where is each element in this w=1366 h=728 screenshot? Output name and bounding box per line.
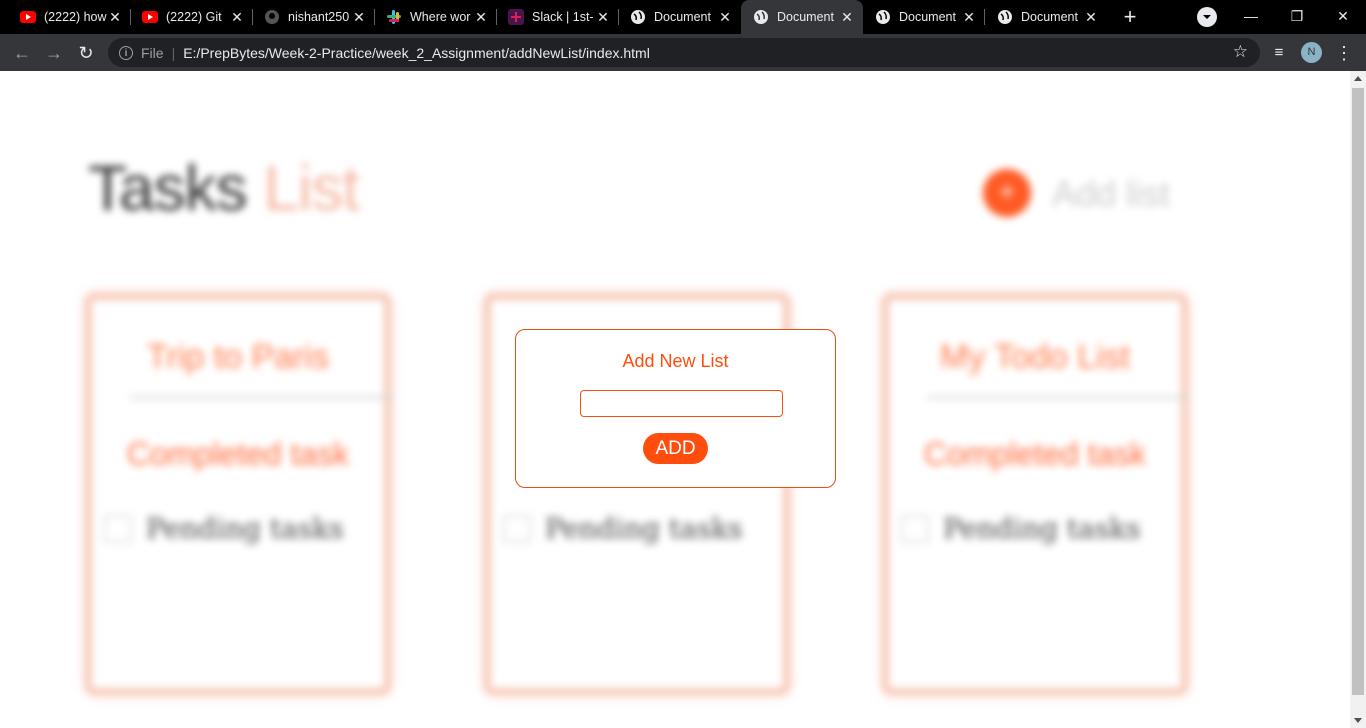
close-icon[interactable]: ✕ [1083,9,1099,26]
browser-tab[interactable]: (2222) how ✕ [0,0,131,34]
card-divider [927,396,1191,399]
pending-tasks-label: Pending tasks [545,512,743,545]
vertical-scrollbar[interactable] [1350,71,1366,728]
close-icon[interactable]: ✕ [961,9,977,26]
completed-tasks-label: Completed task [126,436,350,472]
add-list-button[interactable]: + [983,169,1031,217]
add-button[interactable]: ADD [643,433,708,464]
browser-toolbar: ← → ↻ i File | E:/PrepBytes/Week-2-Pract… [0,34,1366,71]
youtube-icon [20,9,36,25]
tab-title: Document [777,10,834,24]
more-menu-icon[interactable]: ⋮ [1331,40,1357,66]
close-icon[interactable]: ✕ [351,9,367,26]
checkbox[interactable] [104,514,132,543]
list-card: My Todo List Completed task Pending task… [882,293,1191,695]
modal-title: Add New List [622,351,729,371]
tab-title: Document [1021,10,1078,24]
chevron-down-icon [1203,15,1211,19]
back-button[interactable]: ← [9,40,35,66]
new-tab-button[interactable]: + [1118,4,1142,30]
browser-tab[interactable]: Document ✕ [863,0,985,34]
slack-icon [508,9,524,25]
completed-tasks-label: Completed task [923,436,1147,472]
tab-title: (2222) Git [166,10,222,24]
close-icon[interactable]: ✕ [595,9,611,26]
tab-title: Document [654,10,711,24]
scroll-down-arrow-icon[interactable] [1354,718,1362,723]
page-viewport: Tasks List + Add list Trip to Paris Comp… [0,71,1350,728]
forward-button[interactable]: → [41,40,67,66]
github-icon [264,9,280,25]
browser-tab-strip: (2222) how ✕ (2222) Git ✕ nishant250 ✕ W… [0,0,1366,34]
checkbox[interactable] [901,514,929,543]
scroll-up-arrow-icon[interactable] [1354,76,1362,81]
card-title: Trip to Paris [146,338,329,376]
tab-title: Where wor [410,10,471,24]
pending-tasks-row: Pending tasks [104,512,344,545]
address-divider: | [171,44,176,61]
address-bar[interactable]: i File | E:/PrepBytes/Week-2-Practice/we… [108,38,1260,67]
card-divider [130,396,394,399]
page-title-main: Tasks [88,152,248,224]
add-list-modal: Add New List ADD [515,329,836,488]
add-list-label: Add list [1052,173,1171,214]
page-title: Tasks List [88,151,360,225]
globe-icon [753,9,769,25]
close-icon[interactable]: ✕ [107,9,123,26]
browser-tab[interactable]: (2222) Git ✕ [122,0,253,34]
tab-title: nishant250 [288,10,350,24]
browser-tab-active[interactable]: Document ✕ [741,0,863,34]
address-url[interactable]: E:/PrepBytes/Week-2-Practice/week_2_Assi… [183,45,650,61]
browser-tab[interactable]: nishant250 ✕ [244,0,375,34]
close-icon[interactable]: ✕ [473,9,489,26]
tab-title: Slack | 1st- [532,10,594,24]
restore-button[interactable]: ❐ [1274,0,1320,34]
slack-icon [386,9,402,25]
tab-search-button[interactable] [1197,7,1217,27]
pending-tasks-row: Pending tasks [503,512,743,545]
minimize-button[interactable]: — [1228,0,1274,34]
pending-tasks-row: Pending tasks [901,512,1141,545]
address-scheme-label: File [141,44,164,61]
close-icon[interactable]: ✕ [839,9,855,26]
pending-tasks-label: Pending tasks [146,512,344,545]
pending-tasks-label: Pending tasks [943,512,1141,545]
page-title-accent: List [263,152,360,224]
globe-icon [997,9,1013,25]
card-title: My Todo List [939,338,1131,376]
scroll-thumb[interactable] [1352,88,1364,695]
checkbox[interactable] [503,514,531,543]
star-icon[interactable]: ☆ [1233,42,1248,62]
globe-icon [630,9,646,25]
browser-tab[interactable]: Slack | 1st- ✕ [488,0,619,34]
list-card: Trip to Paris Completed task Pending tas… [85,293,394,695]
profile-avatar[interactable]: N [1301,42,1322,63]
close-icon[interactable]: ✕ [717,9,733,26]
browser-tab[interactable]: Document ✕ [610,0,741,34]
list-name-input[interactable] [580,390,783,417]
tab-title: Document [899,10,956,24]
info-icon[interactable]: i [119,45,133,60]
globe-icon [875,9,891,25]
media-control-icon[interactable]: ≡ [1266,40,1292,66]
browser-tab[interactable]: Document ✕ [985,0,1107,34]
browser-tab[interactable]: Where wor ✕ [366,0,497,34]
close-icon[interactable]: ✕ [229,9,245,26]
tab-title: (2222) how [44,10,107,24]
youtube-icon [142,9,158,25]
close-window-button[interactable]: ✕ [1320,0,1366,34]
reload-button[interactable]: ↻ [73,40,99,66]
